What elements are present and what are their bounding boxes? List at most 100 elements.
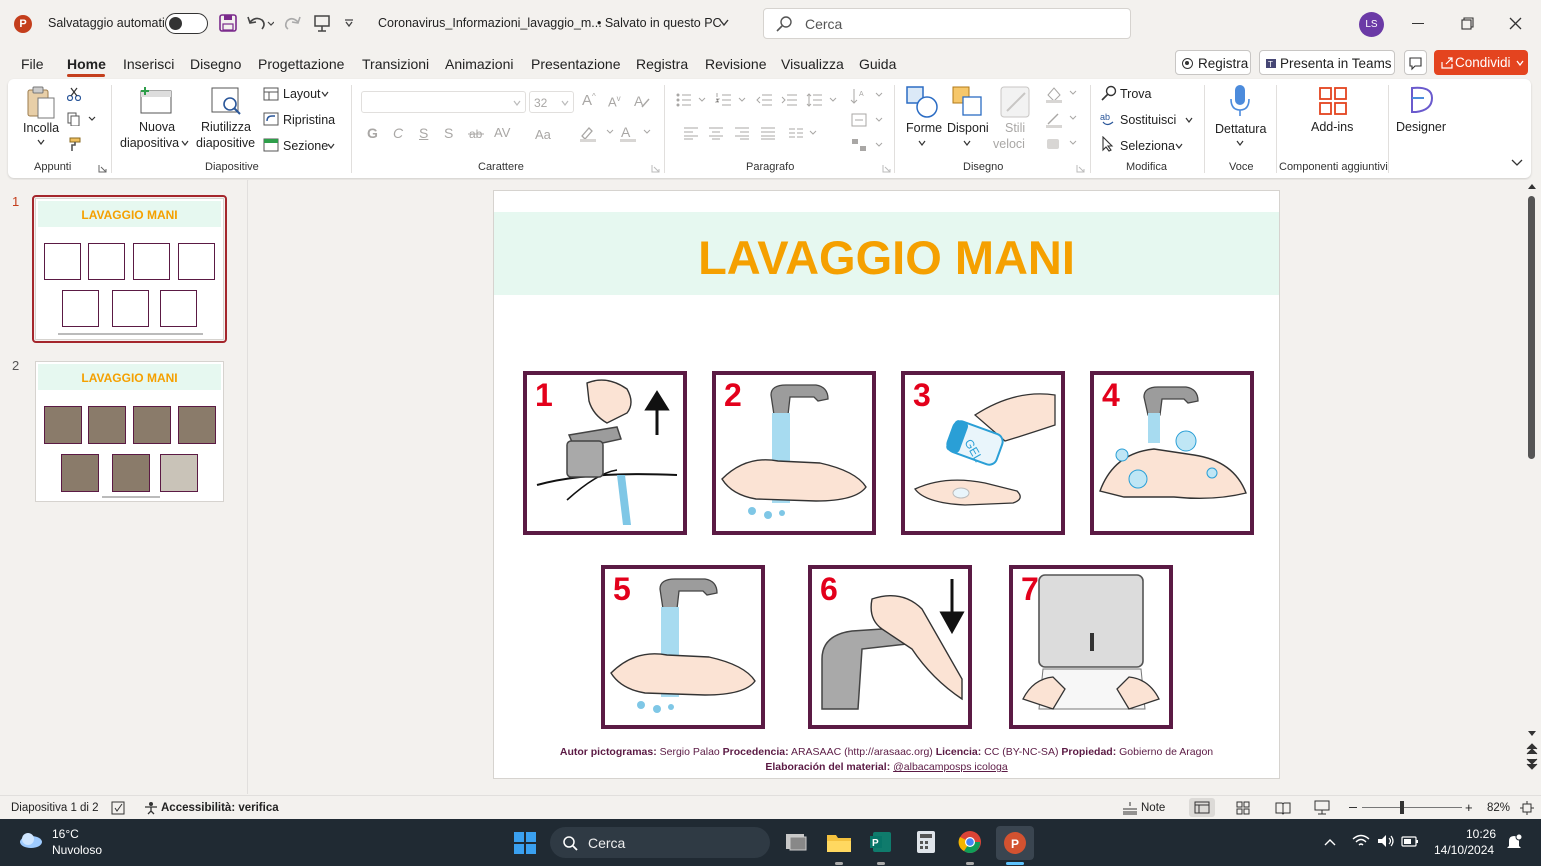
align-center-icon[interactable] [708,126,724,140]
tab-view[interactable]: Visualizza [781,56,844,72]
reset-icon[interactable] [263,112,279,126]
save-status[interactable]: • Salvato in questo PC [597,16,722,30]
find-icon[interactable] [1101,85,1117,101]
slide-title[interactable]: LAVAGGIO MANI [494,230,1279,285]
chevron-down-icon[interactable] [963,140,971,146]
chevron-down-icon[interactable] [1175,143,1183,149]
task-view-icon[interactable] [784,831,808,853]
shrink-font-icon[interactable]: Av [608,94,621,109]
chevron-down-icon[interactable] [1236,140,1244,146]
publisher-icon[interactable]: P [869,830,893,854]
fit-to-window-icon[interactable] [1520,801,1534,815]
font-name-field[interactable] [361,91,526,113]
slide-counter[interactable]: Diapositiva 1 di 2 [11,802,99,814]
zoom-in-icon[interactable]: + [1465,800,1473,815]
slide-canvas[interactable]: LAVAGGIO MANI 1 2 GEL 3 4 5 6 7 Autor pi… [493,190,1280,779]
accessibility-status[interactable]: Accessibilità: verifica [161,802,279,814]
zoom-slider[interactable] [1362,807,1462,808]
align-right-icon[interactable] [734,126,750,140]
reading-view-icon[interactable] [1275,801,1291,815]
minimize-icon[interactable] [1412,23,1424,24]
addins-label[interactable]: Add-ins [1311,120,1353,134]
replace-label[interactable]: Sostituisci [1120,113,1176,127]
tab-transitions[interactable]: Transizioni [362,56,429,72]
tab-home[interactable]: Home [67,56,106,72]
scroll-thumb[interactable] [1528,196,1535,459]
arrange-icon[interactable] [951,85,985,119]
tab-file[interactable]: File [21,56,44,72]
file-name[interactable]: Coronavirus_Informazioni_lavaggio_m... [378,16,602,30]
dialog-launcher-icon[interactable] [882,164,891,173]
new-slide-icon[interactable] [139,85,173,115]
copy-icon[interactable] [67,112,97,126]
chevron-up-icon[interactable] [1324,838,1336,846]
record-button[interactable]: Registra [1175,50,1251,75]
step-card-3[interactable]: GEL 3 [901,371,1065,535]
next-slide-icon[interactable] [1526,758,1538,770]
present-teams-button[interactable]: T Presenta in Teams [1259,50,1395,75]
credits-line-2[interactable]: Elaboración del material: @albacamposps … [494,761,1279,773]
scroll-down-icon[interactable] [1527,730,1537,737]
restore-icon[interactable] [1461,17,1474,30]
align-text-icon[interactable] [850,112,884,128]
wifi-icon[interactable] [1352,834,1370,848]
clear-format-icon[interactable]: A [633,93,651,109]
windows-start-icon[interactable] [513,831,537,855]
slide-sorter-icon[interactable] [1236,801,1250,815]
step-card-5[interactable]: 5 [601,565,765,729]
zoom-level[interactable]: 82% [1487,802,1510,814]
zoom-slider-thumb[interactable] [1400,801,1404,814]
notes-label[interactable]: Note [1141,802,1165,814]
notification-icon[interactable] [1505,833,1523,851]
previous-slide-icon[interactable] [1526,743,1538,755]
grow-font-icon[interactable]: A^ [582,92,596,109]
slideshow-icon[interactable] [1314,800,1330,816]
slide-thumbnail-2[interactable]: LAVAGGIO MANI [35,361,224,502]
paste-label[interactable]: Incolla [23,121,59,135]
tab-insert[interactable]: Inserisci [123,56,174,72]
highlight-icon[interactable] [579,124,615,142]
reuse-slides-label-1[interactable]: Riutilizza [201,120,251,134]
select-cursor-icon[interactable] [1101,136,1115,152]
select-label[interactable]: Seleziona [1120,139,1175,153]
collapse-ribbon-icon[interactable] [1511,159,1523,167]
shape-outline-icon[interactable] [1044,110,1078,128]
numbering-icon[interactable] [715,93,749,107]
customize-qat-icon[interactable] [344,18,354,28]
comments-icon[interactable] [1404,50,1427,75]
dialog-launcher-icon[interactable] [651,164,660,173]
tab-record[interactable]: Registra [636,56,688,72]
chevron-down-icon[interactable] [719,19,729,27]
strikethrough-icon[interactable]: ab [468,126,484,140]
font-size-field[interactable]: 32 [529,91,574,113]
chevron-down-icon[interactable] [918,140,926,146]
font-color-icon[interactable]: A [620,124,652,142]
designer-label[interactable]: Designer [1396,120,1446,134]
accessibility-icon[interactable] [144,801,158,815]
format-painter-icon[interactable] [67,136,83,152]
close-icon[interactable] [1509,17,1522,30]
battery-icon[interactable] [1401,834,1419,848]
present-icon[interactable] [313,14,331,32]
increase-indent-icon[interactable] [781,93,797,107]
chevron-down-icon[interactable] [321,91,329,97]
tab-animations[interactable]: Animazioni [445,56,513,72]
new-slide-label-2[interactable]: diapositiva [120,136,179,150]
undo-icon[interactable] [246,14,274,32]
line-spacing-icon[interactable] [806,93,840,107]
find-label[interactable]: Trova [1120,87,1152,101]
chevron-down-icon[interactable] [181,140,189,146]
paste-icon[interactable] [25,85,57,119]
chevron-down-icon[interactable] [327,143,335,149]
quick-styles-icon[interactable] [999,85,1031,119]
slide-thumbnail-1[interactable]: LAVAGGIO MANI [35,198,224,340]
step-card-2[interactable]: 2 [712,371,876,535]
notes-icon[interactable] [1122,801,1138,815]
section-icon[interactable] [263,138,279,152]
replace-icon[interactable]: ab [1099,111,1117,127]
chevron-down-icon[interactable] [1185,117,1193,123]
char-spacing-icon[interactable]: AV [494,125,510,140]
tab-draw[interactable]: Disegno [190,56,241,72]
reuse-slides-icon[interactable] [210,86,244,116]
scroll-up-icon[interactable] [1527,183,1537,190]
